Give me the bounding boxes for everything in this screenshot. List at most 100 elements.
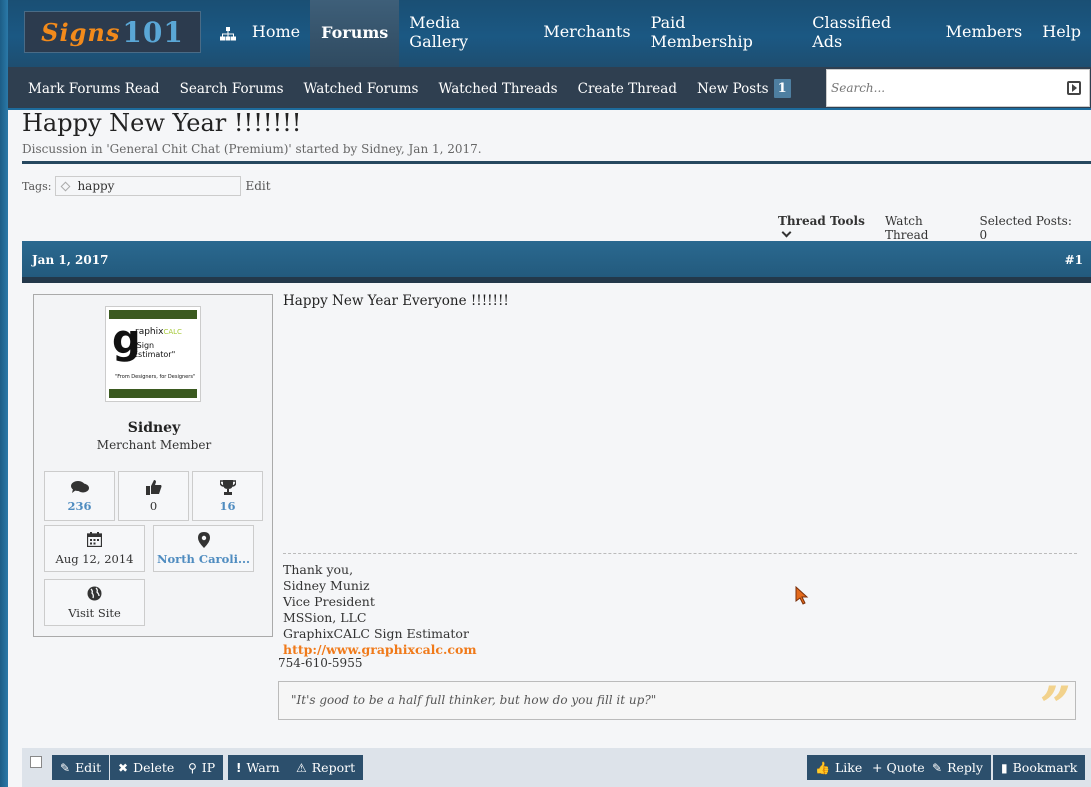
post-date[interactable]: Jan 1, 2017 <box>32 253 108 267</box>
trophies-stat[interactable]: 16 <box>192 471 263 521</box>
ip-button-label: IP <box>201 760 216 775</box>
visit-site-stat[interactable]: Visit Site <box>44 579 145 626</box>
like-button-label: Like <box>834 760 863 775</box>
post-body: g raphixCALC "Sign Estimator" "From Desi… <box>22 283 1091 747</box>
delete-button[interactable]: ✖ Delete <box>110 755 183 780</box>
subnav-watched-forums[interactable]: Watched Forums <box>304 81 419 97</box>
user-title: Merchant Member <box>96 438 212 452</box>
warn-button-label: Warn <box>246 760 280 775</box>
location-stat[interactable]: North Caroli... <box>153 525 254 572</box>
avatar[interactable]: g raphixCALC "Sign Estimator" "From Desi… <box>105 306 201 402</box>
sitemap-icon[interactable] <box>216 0 242 67</box>
messages-stat[interactable]: 236 <box>44 471 115 521</box>
ip-button[interactable]: ⚲ IP <box>180 755 224 780</box>
bookmark-icon: ▮ <box>1001 760 1008 775</box>
pencil-icon: ✎ <box>932 760 943 775</box>
site-logo[interactable]: Signs 101 <box>24 11 201 53</box>
left-rail <box>0 0 8 787</box>
avatar-brand-c: CALC <box>163 328 182 336</box>
sub-nav: Mark Forums Read Search Forums Watched F… <box>28 67 811 110</box>
select-post-checkbox[interactable] <box>30 756 42 768</box>
bookmark-button[interactable]: ▮ Bookmark <box>993 755 1086 780</box>
avatar-brand: raphixCALC <box>135 327 182 337</box>
watch-thread-link[interactable]: Watch Thread <box>885 214 961 242</box>
warning-icon: ⚠ <box>296 760 307 775</box>
thumbs-up-icon: 👍 <box>815 760 830 775</box>
signature-line-2: Sidney Muniz <box>283 578 370 593</box>
tags-label: Tags: <box>22 179 52 193</box>
likes-stat: 0 <box>118 471 189 521</box>
selected-posts-link[interactable]: Selected Posts: 0 <box>979 214 1073 242</box>
post-action-bar: ✎ Edit ✖ Delete ⚲ IP ! Warn ⚠ Report 👍 Like + … <box>22 748 1091 787</box>
tag-icon <box>60 181 71 191</box>
signature-line-1: Thank you, <box>283 562 354 577</box>
nav-members[interactable]: Members <box>936 0 1033 67</box>
avatar-bar-bottom <box>109 389 197 398</box>
search-input[interactable] <box>827 71 1067 105</box>
thread-tools-menu[interactable]: Thread Tools <box>778 214 867 242</box>
signature: Thank you, Sidney Muniz Vice President M… <box>283 562 477 658</box>
nav-help[interactable]: Help <box>1032 0 1091 67</box>
nav-media-gallery[interactable]: Media Gallery <box>399 0 533 67</box>
subnav-new-posts-label: New Posts <box>696 80 769 97</box>
subnav-mark-forums-read[interactable]: Mark Forums Read <box>28 81 160 97</box>
calendar-icon <box>86 532 104 548</box>
avatar-image: g raphixCALC "Sign Estimator" "From Desi… <box>109 310 197 398</box>
nav-merchants[interactable]: Merchants <box>533 0 640 67</box>
reply-button[interactable]: ✎ Reply <box>924 755 991 780</box>
nav-media-gallery-label: Media Gallery <box>409 12 469 51</box>
main-content: Happy New Year !!!!!!! Discussion in 'Ge… <box>22 110 1091 747</box>
trophies-count: 16 <box>219 499 236 513</box>
quote-button[interactable]: + Quote <box>864 755 933 780</box>
nav-paid-membership[interactable]: Paid Membership <box>641 0 803 67</box>
joined-stat: Aug 12, 2014 <box>44 525 145 572</box>
nav-merchants-label: Merchants <box>543 22 631 41</box>
globe-icon <box>86 586 104 602</box>
post-permalink[interactable]: #1 <box>1065 253 1083 267</box>
warn-button[interactable]: ! Warn <box>228 755 288 780</box>
nav-help-label: Help <box>1042 22 1082 41</box>
tag-edit-link[interactable]: Edit <box>245 179 270 193</box>
edit-button[interactable]: ✎ Edit <box>52 755 110 780</box>
tag-box[interactable]: happy <box>55 176 242 196</box>
signature-line-4: MSSion, LLC <box>283 610 367 625</box>
thread-tools-bar: Thread Tools Watch Thread Selected Posts… <box>778 214 1091 242</box>
like-button[interactable]: 👍 Like <box>807 755 871 780</box>
post-message: Happy New Year Everyone !!!!!!! <box>283 293 509 309</box>
subnav-search-forums[interactable]: Search Forums <box>180 81 284 97</box>
username[interactable]: Sidney <box>34 420 274 436</box>
sub-navbar: Mark Forums Read Search Forums Watched F… <box>8 67 1091 110</box>
tags-row: Tags: happy Edit <box>22 176 271 196</box>
pencil-icon: ✎ <box>60 760 71 775</box>
exclamation-icon: ! <box>236 760 242 775</box>
signature-quote: "It's good to be a half full thinker, bu… <box>278 679 1076 733</box>
nav-paid-membership-label: Paid Membership <box>650 12 753 51</box>
messages-count: 236 <box>67 499 92 513</box>
bookmark-button-label: Bookmark <box>1012 760 1078 775</box>
location-value: North Caroli... <box>157 551 250 566</box>
joined-date: Aug 12, 2014 <box>55 551 134 566</box>
nav-home-label: Home <box>251 22 301 41</box>
map-marker-icon <box>195 531 213 548</box>
tag-happy[interactable]: happy <box>77 179 114 193</box>
nav-forums-label: Forums <box>321 23 389 42</box>
nav-forums[interactable]: Forums <box>310 0 400 67</box>
nav-members-label: Members <box>945 22 1023 41</box>
subnav-create-thread[interactable]: Create Thread <box>578 81 677 97</box>
avatar-brand-text: raphix <box>135 327 164 337</box>
search-submit-icon[interactable] <box>1067 81 1081 95</box>
nav-classified-ads[interactable]: Classified Ads <box>802 0 935 67</box>
nav-classified-ads-label: Classified Ads <box>812 12 892 51</box>
top-navbar: Signs 101 Home Forums Media Gallery Merc… <box>8 0 1091 67</box>
logo-number: 101 <box>122 15 184 49</box>
subnav-watched-threads[interactable]: Watched Threads <box>439 81 558 97</box>
nav-home[interactable]: Home <box>242 0 310 67</box>
signature-phone: 754-610-5955 <box>278 656 363 670</box>
likes-count: 0 <box>149 499 158 513</box>
quote-mark-icon: ” <box>1039 674 1071 738</box>
avatar-estimator: "Sign Estimator" <box>133 341 176 359</box>
visit-site-label: Visit Site <box>68 605 121 620</box>
report-button[interactable]: ⚠ Report <box>288 755 364 780</box>
subnav-new-posts[interactable]: New Posts 1 <box>697 79 791 98</box>
signature-line-5: GraphixCALC Sign Estimator <box>283 626 469 641</box>
